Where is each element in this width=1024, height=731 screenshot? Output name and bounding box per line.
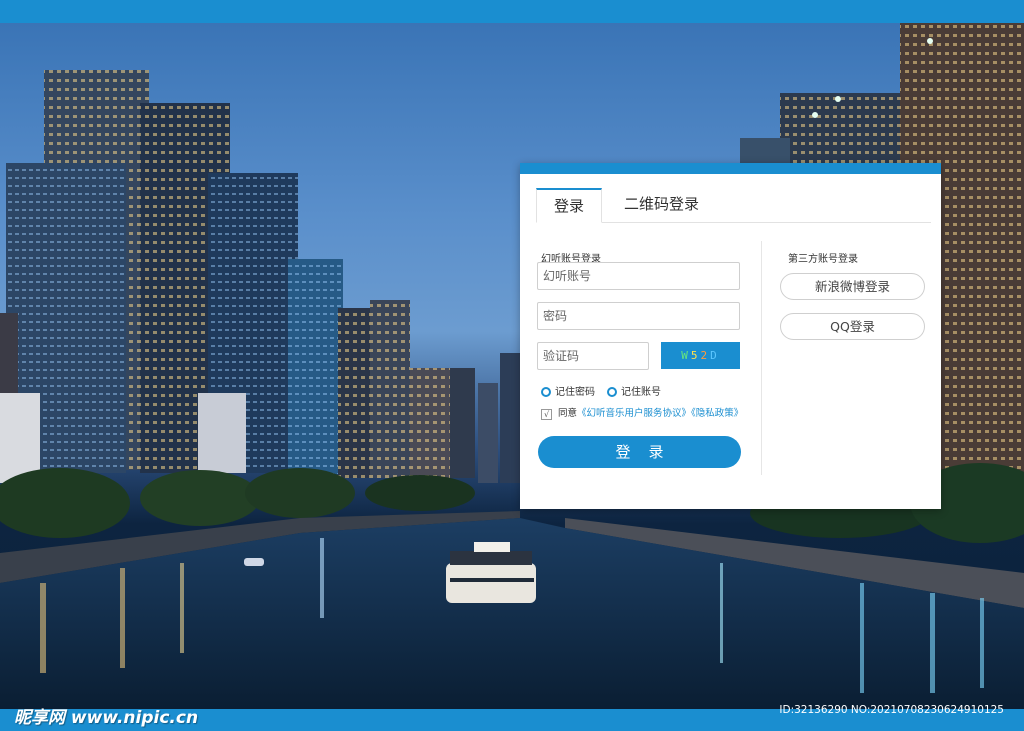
remember-account-label: 记住账号 bbox=[621, 387, 661, 398]
password-input[interactable] bbox=[537, 302, 740, 330]
third-party-title: 第三方账号登录 bbox=[788, 254, 858, 265]
agreement-row: √ 同意《幻听音乐用户服务协议》《隐私政策》 bbox=[541, 405, 743, 420]
watermark-url: www.nipic.cn bbox=[70, 708, 199, 728]
agree-checkbox[interactable]: √ bbox=[541, 409, 552, 420]
radio-icon bbox=[541, 387, 551, 397]
captcha-input[interactable] bbox=[537, 342, 649, 370]
top-bar bbox=[0, 0, 1024, 23]
tour-boat bbox=[446, 542, 536, 603]
vertical-divider bbox=[761, 241, 762, 475]
login-button[interactable]: 登录 bbox=[538, 436, 741, 468]
login-tabs: 登录 二维码登录 bbox=[536, 188, 931, 223]
remember-password-label: 记住密码 bbox=[555, 387, 595, 398]
remember-account-option[interactable]: 记住账号 bbox=[607, 383, 661, 398]
watermark-id: ID:32136290 NO:20210708230624910125 bbox=[779, 704, 1004, 716]
captcha-char: W bbox=[681, 349, 691, 362]
watermark-site-name: 昵享网 bbox=[14, 708, 65, 728]
tab-login[interactable]: 登录 bbox=[536, 188, 602, 223]
service-agreement-link[interactable]: 《幻听音乐用户服务协议》 bbox=[577, 408, 691, 419]
qq-login-button[interactable]: QQ登录 bbox=[780, 313, 925, 340]
captcha-char: D bbox=[710, 349, 720, 362]
remember-password-option[interactable]: 记住密码 bbox=[541, 383, 595, 398]
tab-qr-login[interactable]: 二维码登录 bbox=[624, 188, 699, 222]
privacy-policy-link[interactable]: 《隐私政策》 bbox=[691, 408, 743, 419]
login-panel: 登录 二维码登录 幻听账号登录 W52D 记住密码 记住账号 √同意《幻听音乐用… bbox=[520, 163, 941, 509]
weibo-login-button[interactable]: 新浪微博登录 bbox=[780, 273, 925, 300]
left-skyline bbox=[0, 70, 520, 483]
captcha-char: 5 bbox=[690, 349, 701, 362]
watermark-brand: 昵享网 www.nipic.cn bbox=[14, 703, 198, 728]
agree-prefix: 同意 bbox=[558, 408, 578, 419]
captcha-image[interactable]: W52D bbox=[661, 342, 740, 369]
radio-icon bbox=[607, 387, 617, 397]
captcha-char: 2 bbox=[700, 349, 711, 362]
account-input[interactable] bbox=[537, 262, 740, 290]
